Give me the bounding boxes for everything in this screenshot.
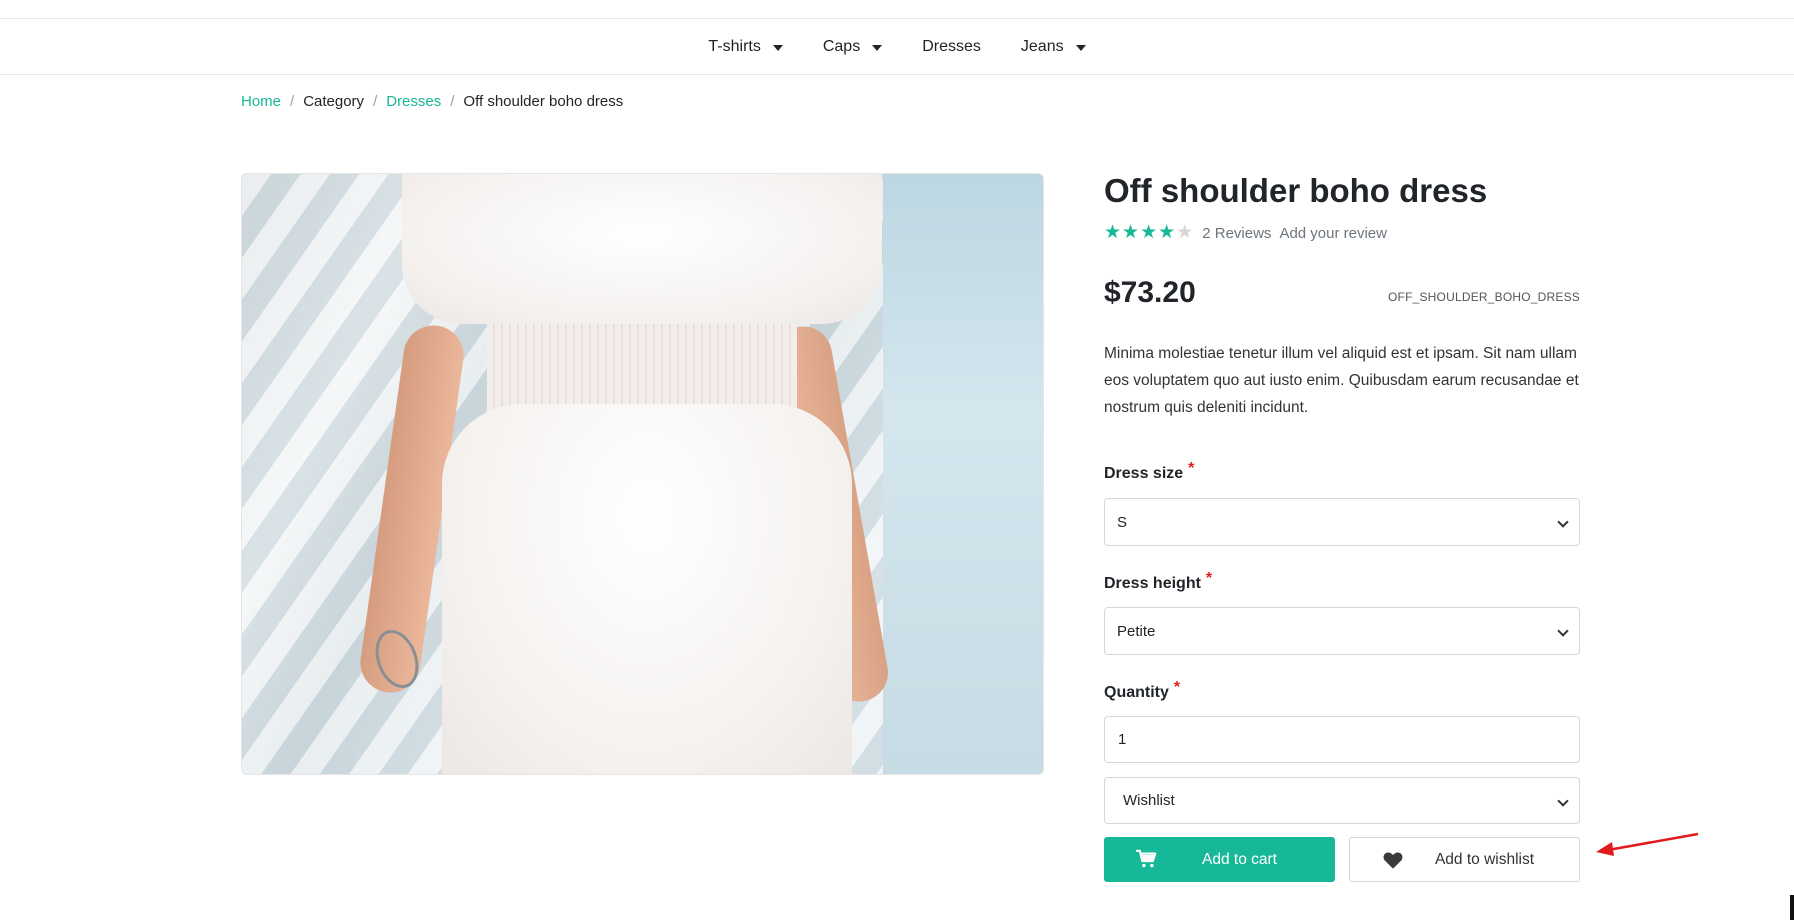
dress-bodice: [402, 174, 882, 324]
caret-down-icon: [772, 44, 783, 51]
caret-down-icon: [872, 44, 883, 51]
required-mark: *: [1205, 570, 1213, 587]
dress-height-value: Petite: [1117, 622, 1156, 640]
nav-item-jeans[interactable]: Jeans: [1001, 19, 1106, 75]
breadcrumb-category: Category: [303, 92, 365, 110]
quantity-label-text: Quantity: [1104, 684, 1169, 701]
breadcrumb-dresses-link[interactable]: Dresses: [386, 93, 441, 110]
star-icon: ★: [1158, 222, 1176, 243]
product-rating: ★ ★ ★ ★ ★ 2 Reviews Add your review: [1104, 222, 1387, 244]
nav-item-tshirts[interactable]: T-shirts: [688, 19, 802, 75]
nav-item-caps[interactable]: Caps: [803, 19, 902, 75]
dress-size-select[interactable]: S: [1104, 498, 1580, 546]
breadcrumb-separator: /: [450, 92, 455, 110]
annotation-arrow: [1596, 832, 1699, 856]
add-review-link[interactable]: Add your review: [1279, 225, 1387, 242]
product-sku: OFF_SHOULDER_BOHO_DRESS: [1388, 290, 1580, 304]
dress-size-value: S: [1117, 513, 1128, 531]
quantity-input[interactable]: 1: [1104, 716, 1580, 763]
product-description: Minima molestiae tenetur illum vel aliqu…: [1104, 345, 1579, 416]
nav-item-dresses[interactable]: Dresses: [902, 19, 1001, 75]
star-icon: ★: [1140, 222, 1158, 243]
nav-item-label: Caps: [822, 38, 861, 55]
dress-size-label-text: Dress size: [1104, 465, 1184, 482]
add-to-wishlist-button[interactable]: Add to wishlist: [1349, 837, 1580, 882]
product-title: Off shoulder boho dress: [1104, 172, 1488, 209]
nav-item-label: Dresses: [922, 38, 981, 55]
required-mark: *: [1173, 679, 1181, 696]
caret-down-icon: [1075, 44, 1086, 51]
product-price: $73.20: [1104, 276, 1196, 309]
chevron-down-icon: [1557, 516, 1569, 528]
star-empty-icon: ★: [1176, 222, 1194, 243]
breadcrumb-home-link[interactable]: Home: [241, 93, 281, 110]
product-image[interactable]: [241, 173, 1044, 775]
wishlist-select[interactable]: Wishlist: [1104, 777, 1580, 824]
scrollbar-edge: [1790, 895, 1794, 920]
chevron-down-icon: [1557, 795, 1569, 807]
star-icon: ★: [1122, 222, 1140, 243]
add-to-wishlist-label: Add to wishlist: [1434, 850, 1535, 868]
reviews-count[interactable]: 2 Reviews: [1202, 225, 1271, 242]
dress-height-label: Dress height *: [1104, 570, 1212, 593]
image-dress: [362, 174, 922, 774]
add-to-cart-button[interactable]: Add to cart: [1104, 837, 1335, 882]
breadcrumb-separator: /: [373, 92, 378, 110]
nav-item-label: T-shirts: [708, 38, 761, 55]
quantity-label: Quantity *: [1104, 679, 1180, 702]
dress-size-label: Dress size *: [1104, 460, 1194, 483]
breadcrumb-separator: /: [290, 92, 295, 110]
required-mark: *: [1188, 460, 1195, 477]
dress-skirt: [442, 404, 852, 774]
dress-height-select[interactable]: Petite: [1104, 607, 1580, 655]
breadcrumb-current: Off shoulder boho dress: [463, 92, 624, 110]
dress-height-label-text: Dress height: [1104, 575, 1201, 592]
chevron-down-icon: [1557, 625, 1569, 637]
nav-item-label: Jeans: [1020, 38, 1064, 55]
add-to-cart-label: Add to cart: [1202, 850, 1277, 868]
nav-items: T-shirts Caps Dresses Jeans: [0, 19, 1794, 75]
dress-waistband: [487, 324, 797, 414]
wishlist-select-value: Wishlist: [1123, 792, 1175, 809]
quantity-value: 1: [1118, 731, 1127, 748]
star-icon: ★: [1104, 222, 1122, 243]
breadcrumb: Home / Category / Dresses / Off shoulder…: [241, 91, 623, 111]
main-navbar: T-shirts Caps Dresses Jeans: [0, 19, 1794, 75]
